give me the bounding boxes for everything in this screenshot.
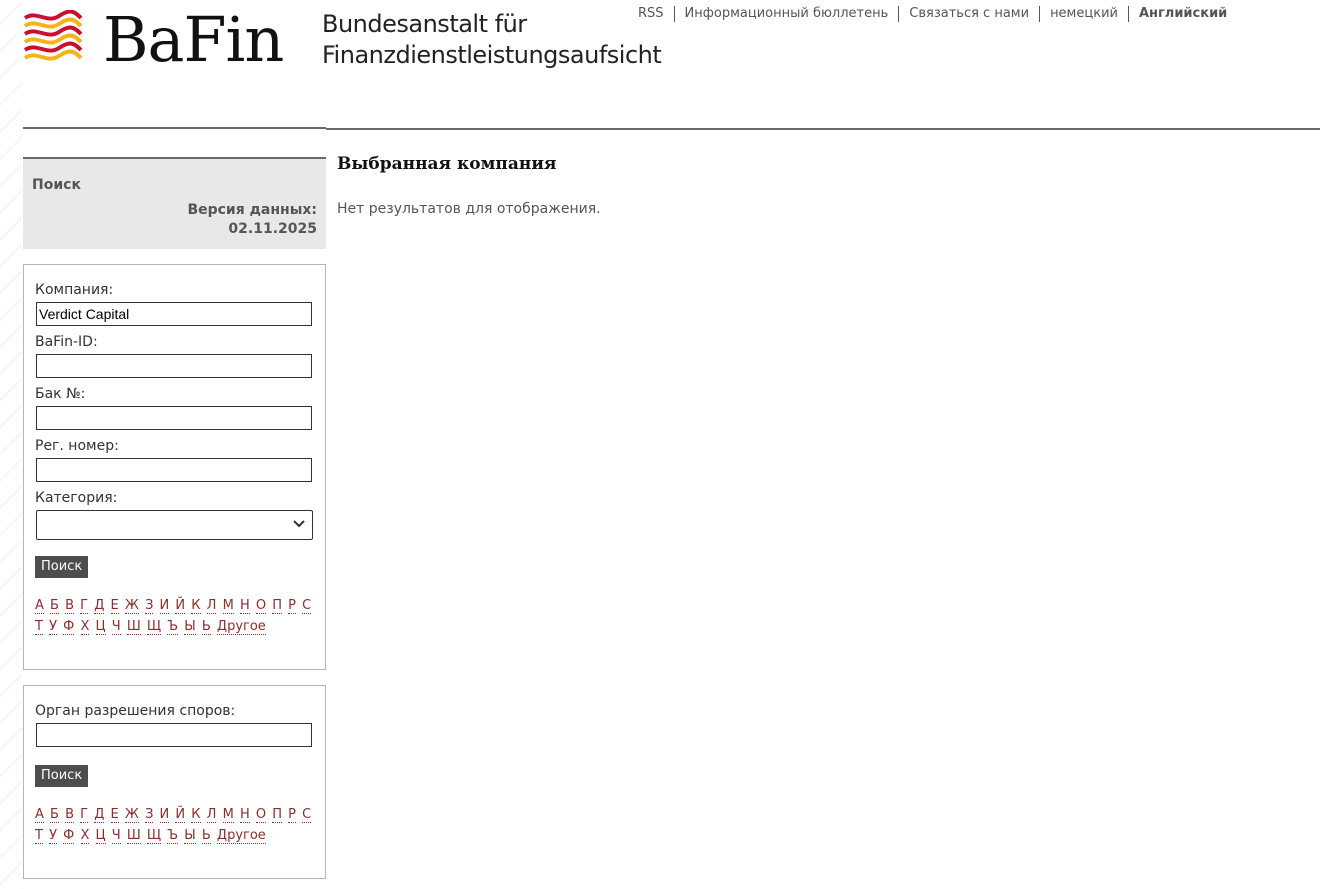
alpha-letter[interactable]: Г [80, 598, 89, 614]
alpha-letter[interactable]: П [272, 598, 283, 614]
alpha-letter[interactable]: Ч [111, 619, 121, 635]
alpha-letter[interactable]: Т [35, 619, 43, 635]
company-search-button[interactable]: Поиск [35, 556, 89, 578]
alpha-letter[interactable]: Ч [111, 828, 121, 844]
alpha-letter[interactable]: В [65, 598, 75, 614]
alpha-letter[interactable]: Ь [201, 619, 211, 635]
alpha-letter[interactable]: И [159, 598, 170, 614]
alpha-letter[interactable]: П [272, 807, 283, 823]
alpha-letter[interactable]: Ь [201, 828, 211, 844]
alpha-letter[interactable]: И [159, 807, 170, 823]
alpha-letter[interactable]: Ж [124, 598, 139, 614]
alpha-letter[interactable]: С [302, 598, 312, 614]
category-label: Категория: [35, 490, 118, 506]
dispute-alphabet-index: А Б В Г Д Е Ж З И Й К Л М Н О П Р С Т У … [35, 804, 315, 846]
company-label: Компания: [35, 282, 114, 298]
alpha-letter[interactable]: У [49, 828, 58, 844]
alpha-letter[interactable]: Л [206, 598, 217, 614]
company-search-form: Компания: BaFin-ID: Бак №: Рег. номер: К… [23, 264, 326, 670]
search-panel-header: Поиск Версия данных: 02.11.2025 [23, 157, 326, 249]
top-navigation: RSS Информационный бюллетень Связаться с… [628, 6, 1237, 22]
alpha-letter[interactable]: Б [50, 807, 59, 823]
alpha-letter[interactable]: Ъ [167, 619, 179, 635]
dispute-search-form: Орган разрешения споров: Поиск А Б В Г Д… [23, 685, 326, 879]
alpha-letter[interactable]: Д [94, 598, 105, 614]
bank-number-label: Бак №: [35, 386, 86, 402]
alpha-letter[interactable]: А [35, 807, 44, 823]
alpha-letter[interactable]: Х [80, 619, 90, 635]
chevron-down-icon [293, 520, 305, 528]
dispute-body-input[interactable] [36, 723, 312, 747]
background-pattern [0, 0, 22, 889]
agency-name-line2: Finanzdienstleistungsaufsicht [322, 41, 662, 69]
alpha-letter[interactable]: Ы [184, 828, 196, 844]
brand-name: BaFin [103, 3, 284, 76]
company-alphabet-index: А Б В Г Д Е Ж З И Й К Л М Н О П Р С Т У … [35, 595, 315, 637]
alpha-letter[interactable]: Ф [63, 828, 75, 844]
no-results-message: Нет результатов для отображения. [337, 201, 601, 217]
alpha-letter[interactable]: М [222, 598, 234, 614]
alpha-letter[interactable]: М [222, 807, 234, 823]
nav-lang-german[interactable]: немецкий [1040, 6, 1129, 22]
nav-newsletter[interactable]: Информационный бюллетень [675, 6, 900, 22]
alpha-letter[interactable]: Н [239, 807, 250, 823]
alpha-letter[interactable]: Ц [95, 619, 106, 635]
alpha-letter[interactable]: Щ [146, 619, 162, 635]
alpha-letter[interactable]: Р [288, 807, 297, 823]
alpha-letter[interactable]: К [191, 598, 201, 614]
alpha-other[interactable]: Другое [216, 828, 266, 844]
alpha-letter[interactable]: Ы [184, 619, 196, 635]
alpha-letter[interactable]: А [35, 598, 44, 614]
page-title: Выбранная компания [337, 154, 557, 174]
alpha-letter[interactable]: К [191, 807, 201, 823]
company-input[interactable] [36, 302, 312, 326]
alpha-letter[interactable]: Ф [63, 619, 75, 635]
bafin-id-input[interactable] [36, 354, 312, 378]
dispute-search-button[interactable]: Поиск [35, 765, 89, 787]
nav-contact[interactable]: Связаться с нами [899, 6, 1041, 22]
header-divider-left [23, 127, 326, 129]
alpha-letter[interactable]: В [65, 807, 75, 823]
nav-rss[interactable]: RSS [628, 6, 675, 22]
nav-lang-english[interactable]: Английский [1129, 6, 1237, 22]
alpha-letter[interactable]: Х [80, 828, 90, 844]
alpha-letter[interactable]: З [145, 598, 154, 614]
dispute-body-label: Орган разрешения споров: [35, 703, 236, 719]
category-select[interactable] [36, 510, 313, 540]
alpha-letter[interactable]: С [302, 807, 312, 823]
alpha-letter[interactable]: Д [94, 807, 105, 823]
alpha-letter[interactable]: О [255, 807, 267, 823]
header-divider-right [326, 128, 1320, 130]
search-title: Поиск [32, 177, 81, 193]
reg-number-input[interactable] [36, 458, 312, 482]
alpha-letter[interactable]: Г [80, 807, 89, 823]
alpha-letter[interactable]: Ц [95, 828, 106, 844]
alpha-letter[interactable]: О [255, 598, 267, 614]
data-version-date: 02.11.2025 [228, 221, 317, 237]
alpha-letter[interactable]: Щ [146, 828, 162, 844]
alpha-letter[interactable]: Т [35, 828, 43, 844]
alpha-letter[interactable]: Ш [126, 828, 141, 844]
alpha-letter[interactable]: Б [50, 598, 59, 614]
alpha-letter[interactable]: Л [206, 807, 217, 823]
alpha-letter[interactable]: Р [288, 598, 297, 614]
alpha-letter[interactable]: Н [239, 598, 250, 614]
alpha-letter[interactable]: Ъ [167, 828, 179, 844]
alpha-letter[interactable]: Е [110, 598, 119, 614]
data-version: Версия данных: 02.11.2025 [187, 201, 317, 239]
alpha-letter[interactable]: Й [175, 807, 186, 823]
alpha-letter[interactable]: Е [110, 807, 119, 823]
bafin-id-label: BaFin-ID: [35, 334, 98, 350]
data-version-label: Версия данных: [187, 202, 317, 218]
alpha-other[interactable]: Другое [216, 619, 266, 635]
reg-number-label: Рег. номер: [35, 438, 119, 454]
bank-number-input[interactable] [36, 406, 312, 430]
alpha-letter[interactable]: Й [175, 598, 186, 614]
alpha-letter[interactable]: Ж [124, 807, 139, 823]
alpha-letter[interactable]: З [145, 807, 154, 823]
bafin-waves-logo-icon [23, 10, 83, 61]
alpha-letter[interactable]: У [49, 619, 58, 635]
alpha-letter[interactable]: Ш [126, 619, 141, 635]
